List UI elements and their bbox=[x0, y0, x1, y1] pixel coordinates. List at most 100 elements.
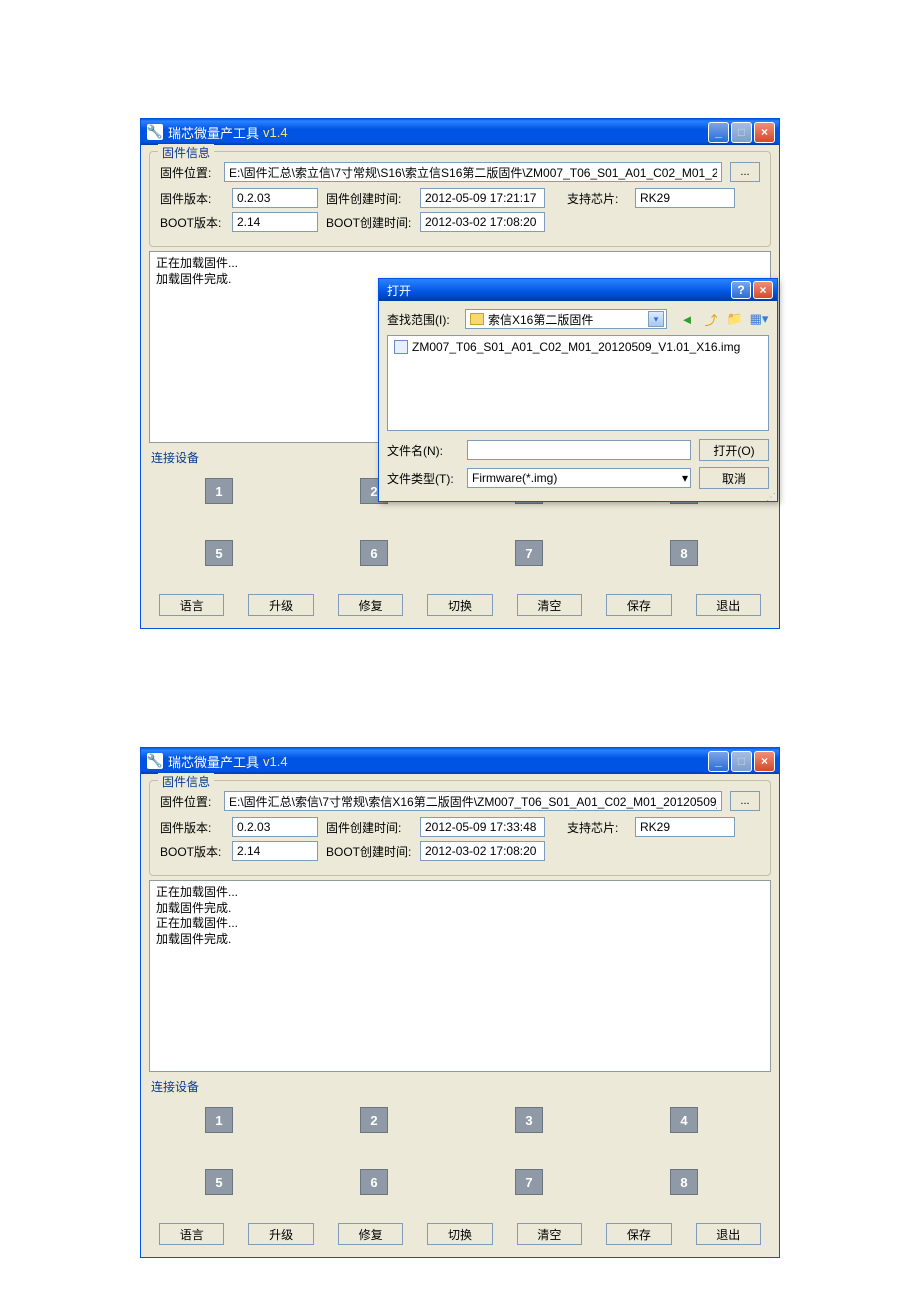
titlebar[interactable]: 🔧 瑞芯微量产工具 v1.4 _ □ × bbox=[141, 119, 779, 145]
window-title: 瑞芯微量产工具 bbox=[168, 123, 259, 142]
device-slot-8[interactable]: 8 bbox=[670, 540, 698, 566]
dialog-titlebar[interactable]: 打开 ? × bbox=[379, 279, 777, 301]
device-slot-8[interactable]: 8 bbox=[670, 1169, 698, 1195]
file-item[interactable]: ZM007_T06_S01_A01_C02_M01_20120509_V1.01… bbox=[394, 340, 762, 354]
window-version: v1.4 bbox=[263, 125, 288, 140]
minimize-button[interactable]: _ bbox=[708, 751, 729, 772]
firmware-info-legend: 固件信息 bbox=[158, 773, 214, 790]
window-version: v1.4 bbox=[263, 754, 288, 769]
fwver-input[interactable] bbox=[232, 188, 318, 208]
lookin-combo[interactable]: 索信X16第二版固件 ▾ bbox=[465, 309, 667, 329]
device-slot-7[interactable]: 7 bbox=[515, 540, 543, 566]
fwpath-label: 固件位置: bbox=[160, 164, 224, 181]
boottime-input[interactable] bbox=[420, 212, 545, 232]
fwver-label: 固件版本: bbox=[160, 190, 224, 207]
window-title: 瑞芯微量产工具 bbox=[168, 752, 259, 771]
fwpath-input[interactable] bbox=[224, 791, 722, 811]
save-button[interactable]: 保存 bbox=[606, 1223, 671, 1245]
open-file-dialog: 打开 ? × 查找范围(I): 索信X16第二版固件 ▾ ◄ ⤴ 📁 ▦▾ ZM… bbox=[378, 278, 778, 502]
devices-legend: 连接设备 bbox=[151, 1078, 771, 1095]
views-icon[interactable]: ▦▾ bbox=[749, 309, 769, 329]
chip-input[interactable] bbox=[635, 817, 735, 837]
save-button[interactable]: 保存 bbox=[606, 594, 671, 616]
device-slot-7[interactable]: 7 bbox=[515, 1169, 543, 1195]
device-slot-6[interactable]: 6 bbox=[360, 1169, 388, 1195]
device-slot-5[interactable]: 5 bbox=[205, 1169, 233, 1195]
up-icon[interactable]: ⤴ bbox=[701, 309, 721, 329]
firmware-info-group: 固件信息 固件位置: ... 固件版本: 固件创建时间: 支持芯片: BOOT版… bbox=[149, 780, 771, 876]
bootver-label: BOOT版本: bbox=[160, 214, 224, 231]
close-button[interactable]: × bbox=[754, 751, 775, 772]
app-icon: 🔧 bbox=[147, 124, 163, 140]
new-folder-icon[interactable]: 📁 bbox=[725, 309, 745, 329]
filetype-value: Firmware(*.img) bbox=[472, 471, 682, 485]
device-slot-5[interactable]: 5 bbox=[205, 540, 233, 566]
exit-button[interactable]: 退出 bbox=[696, 594, 761, 616]
file-list[interactable]: ZM007_T06_S01_A01_C02_M01_20120509_V1.01… bbox=[387, 335, 769, 431]
firmware-info-group: 固件信息 固件位置: ... 固件版本: 固件创建时间: 支持芯片: BOOT版… bbox=[149, 151, 771, 247]
open-button[interactable]: 打开(O) bbox=[699, 439, 769, 461]
chip-label: 支持芯片: bbox=[567, 190, 627, 207]
action-button-row: 语言 升级 修复 切换 清空 保存 退出 bbox=[149, 588, 771, 616]
lookin-label: 查找范围(I): bbox=[387, 311, 459, 328]
close-button[interactable]: × bbox=[754, 122, 775, 143]
titlebar[interactable]: 🔧 瑞芯微量产工具 v1.4 _ □ × bbox=[141, 748, 779, 774]
bootver-input[interactable] bbox=[232, 212, 318, 232]
device-slot-6[interactable]: 6 bbox=[360, 540, 388, 566]
back-icon[interactable]: ◄ bbox=[677, 309, 697, 329]
upgrade-button[interactable]: 升级 bbox=[248, 1223, 313, 1245]
bootver-input[interactable] bbox=[232, 841, 318, 861]
device-slot-4[interactable]: 4 bbox=[670, 1107, 698, 1133]
switch-button[interactable]: 切换 bbox=[427, 594, 492, 616]
exit-button[interactable]: 退出 bbox=[696, 1223, 761, 1245]
switch-button[interactable]: 切换 bbox=[427, 1223, 492, 1245]
window-2: 🔧 瑞芯微量产工具 v1.4 _ □ × 固件信息 固件位置: ... 固件版本… bbox=[140, 747, 780, 1258]
restore-button[interactable]: 修复 bbox=[338, 594, 403, 616]
chip-label: 支持芯片: bbox=[567, 819, 627, 836]
boottime-input[interactable] bbox=[420, 841, 545, 861]
clear-button[interactable]: 清空 bbox=[517, 594, 582, 616]
device-slot-1[interactable]: 1 bbox=[205, 1107, 233, 1133]
lookin-value: 索信X16第二版固件 bbox=[488, 311, 648, 328]
filetype-label: 文件类型(T): bbox=[387, 470, 459, 487]
action-button-row: 语言 升级 修复 切换 清空 保存 退出 bbox=[149, 1217, 771, 1245]
minimize-button[interactable]: _ bbox=[708, 122, 729, 143]
boottime-label: BOOT创建时间: bbox=[326, 214, 412, 231]
maximize-button: □ bbox=[731, 751, 752, 772]
chip-input[interactable] bbox=[635, 188, 735, 208]
dialog-close-button[interactable]: × bbox=[753, 281, 773, 299]
browse-button[interactable]: ... bbox=[730, 791, 760, 811]
chevron-down-icon[interactable]: ▾ bbox=[682, 471, 688, 485]
fwver-input[interactable] bbox=[232, 817, 318, 837]
dialog-help-button[interactable]: ? bbox=[731, 281, 751, 299]
dialog-title: 打开 bbox=[387, 282, 731, 299]
bootver-label: BOOT版本: bbox=[160, 843, 224, 860]
device-slot-1[interactable]: 1 bbox=[205, 478, 233, 504]
fwtime-input[interactable] bbox=[420, 188, 545, 208]
fwtime-input[interactable] bbox=[420, 817, 545, 837]
browse-button[interactable]: ... bbox=[730, 162, 760, 182]
language-button[interactable]: 语言 bbox=[159, 1223, 224, 1245]
resize-grip[interactable]: ⋰ bbox=[379, 495, 777, 501]
clear-button[interactable]: 清空 bbox=[517, 1223, 582, 1245]
filetype-combo[interactable]: Firmware(*.img) ▾ bbox=[467, 468, 691, 488]
devices-grid: 1 2 3 4 5 6 7 8 bbox=[149, 1101, 771, 1217]
chevron-down-icon[interactable]: ▾ bbox=[648, 311, 664, 327]
fwpath-input[interactable] bbox=[224, 162, 722, 182]
log-output: 正在加载固件... 加载固件完成. 正在加载固件... 加载固件完成. bbox=[149, 880, 771, 1072]
restore-button[interactable]: 修复 bbox=[338, 1223, 403, 1245]
maximize-button: □ bbox=[731, 122, 752, 143]
upgrade-button[interactable]: 升级 bbox=[248, 594, 313, 616]
firmware-info-legend: 固件信息 bbox=[158, 144, 214, 161]
device-slot-3[interactable]: 3 bbox=[515, 1107, 543, 1133]
filename-input[interactable] bbox=[467, 440, 691, 460]
fwtime-label: 固件创建时间: bbox=[326, 190, 412, 207]
fwver-label: 固件版本: bbox=[160, 819, 224, 836]
cancel-button[interactable]: 取消 bbox=[699, 467, 769, 489]
language-button[interactable]: 语言 bbox=[159, 594, 224, 616]
file-icon bbox=[394, 340, 408, 354]
filename-label: 文件名(N): bbox=[387, 442, 459, 459]
app-icon: 🔧 bbox=[147, 753, 163, 769]
device-slot-2[interactable]: 2 bbox=[360, 1107, 388, 1133]
folder-icon bbox=[470, 313, 484, 325]
